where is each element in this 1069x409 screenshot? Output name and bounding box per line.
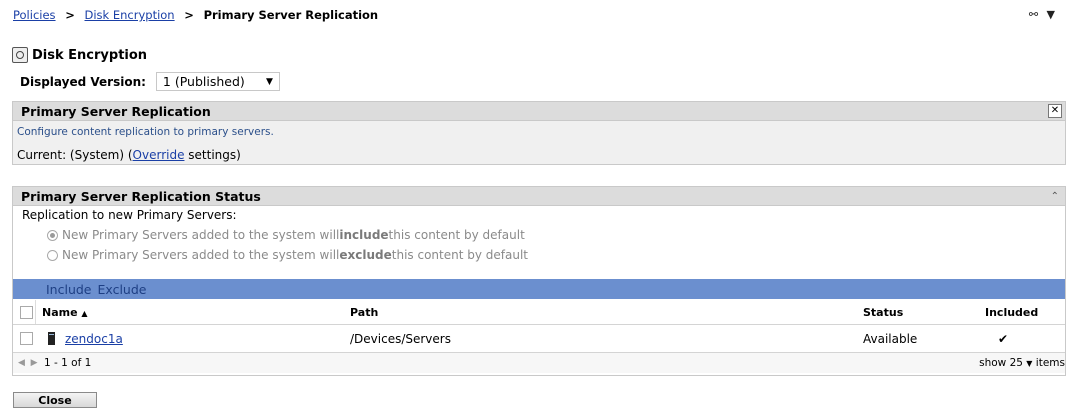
collapse-icon[interactable]: ⌃: [1051, 191, 1059, 202]
displayed-version-label: Displayed Version:: [20, 74, 146, 89]
current-settings-line: Current: (System) (Override settings): [17, 148, 241, 162]
page-title: Disk Encryption: [12, 47, 147, 63]
breadcrumb-current: Primary Server Replication: [203, 8, 379, 22]
column-header-status[interactable]: Status: [863, 306, 903, 319]
breadcrumb-separator: >: [184, 8, 194, 22]
server-name-link[interactable]: zendoc1a: [65, 332, 123, 346]
sort-ascending-icon: ▲: [81, 308, 88, 318]
chevron-down-icon[interactable]: ▼: [1047, 8, 1055, 21]
version-row: Displayed Version: 1 (Published) ▼: [20, 72, 280, 91]
server-icon: [48, 332, 55, 345]
breadcrumb-separator: >: [65, 8, 75, 22]
view-options-menu[interactable]: ⚯ ▼: [1029, 8, 1055, 21]
page-title-text: Disk Encryption: [32, 47, 148, 63]
replication-label: Replication to new Primary Servers:: [22, 208, 237, 222]
panel-header: Primary Server Replication Status ⌃: [13, 187, 1065, 206]
override-link[interactable]: Override: [133, 148, 185, 162]
column-header-included[interactable]: Included: [985, 306, 1038, 319]
pager-range: 1 - 1 of 1: [44, 357, 92, 369]
row-checkbox[interactable]: [20, 332, 33, 345]
table-header: Name ▲ Path Status Included: [13, 300, 1065, 325]
exclude-radio[interactable]: [47, 249, 58, 261]
close-button[interactable]: Close: [13, 392, 97, 408]
displayed-version-value: 1 (Published): [162, 74, 245, 89]
server-name-cell: zendoc1a: [42, 332, 123, 346]
panel-title: Primary Server Replication: [21, 103, 211, 119]
displayed-version-select[interactable]: 1 (Published) ▼: [155, 72, 280, 91]
column-header-path[interactable]: Path: [350, 306, 378, 319]
include-action[interactable]: Include: [46, 282, 92, 297]
close-icon[interactable]: ✕: [1048, 104, 1062, 118]
primary-server-replication-panel: Primary Server Replication ✕ Configure c…: [12, 101, 1066, 165]
current-suffix: settings): [184, 148, 241, 162]
current-prefix: Current: (System) (: [17, 148, 133, 162]
chevron-down-icon[interactable]: ▼: [1026, 359, 1032, 368]
action-bar: Include Exclude: [13, 279, 1065, 299]
replication-status-panel: Primary Server Replication Status ⌃ Repl…: [12, 186, 1066, 376]
glasses-icon[interactable]: ⚯: [1029, 8, 1038, 21]
server-path-cell: /Devices/Servers: [350, 331, 451, 346]
panel-title: Primary Server Replication Status: [21, 188, 261, 204]
exclude-action[interactable]: Exclude: [98, 282, 147, 297]
pager: ◀ ▶ 1 - 1 of 1 show 25 ▼ items: [13, 353, 1065, 373]
include-option[interactable]: New Primary Servers added to the system …: [47, 228, 525, 242]
breadcrumb-policies-link[interactable]: Policies: [13, 8, 56, 22]
column-divider: [35, 300, 36, 324]
disk-encryption-icon: [12, 47, 28, 63]
include-radio[interactable]: [47, 229, 58, 241]
select-all-checkbox[interactable]: [20, 305, 33, 319]
breadcrumb: Policies > Disk Encryption > Primary Ser…: [13, 8, 378, 22]
column-header-name[interactable]: Name ▲: [42, 306, 88, 319]
exclude-option[interactable]: New Primary Servers added to the system …: [47, 248, 528, 262]
breadcrumb-disk-encryption-link[interactable]: Disk Encryption: [85, 8, 175, 22]
table-row: zendoc1a /Devices/Servers Available ✔: [13, 325, 1065, 353]
page-size-selector[interactable]: show 25 ▼ items: [979, 357, 1065, 369]
chevron-down-icon: ▼: [265, 76, 273, 87]
servers-table: Name ▲ Path Status Included zendoc1a /De…: [13, 300, 1065, 373]
pager-nav-arrows[interactable]: ◀ ▶: [18, 358, 38, 368]
panel-header: Primary Server Replication ✕: [13, 102, 1065, 121]
server-status-cell: Available: [863, 331, 918, 346]
panel-description: Configure content replication to primary…: [17, 126, 274, 138]
included-check-icon: ✔: [998, 331, 1009, 346]
